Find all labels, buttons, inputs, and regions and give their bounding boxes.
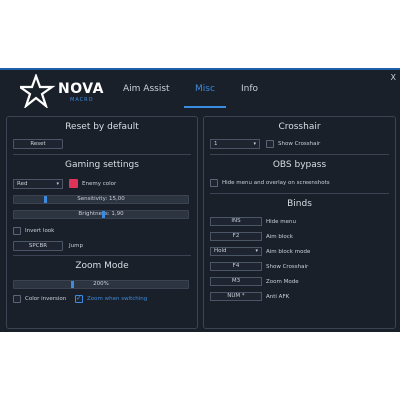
sensitivity-slider-knob[interactable] [44, 196, 47, 203]
zoom-slider[interactable]: 200% [13, 280, 189, 289]
bind-aim-block-mode-label: Aim block mode [266, 249, 311, 255]
enemy-color-value: Red [17, 181, 28, 187]
reset-button[interactable]: Reset [13, 139, 63, 149]
zoom-section-title: Zoom Mode [75, 261, 129, 271]
chevron-down-icon: ▾ [56, 181, 59, 187]
bind-aim-block-key[interactable]: F2 [210, 232, 262, 241]
right-panel: Crosshair 1 ▾ Show Crosshair OBS bypass … [203, 116, 396, 329]
bind-show-crosshair-label: Show Crosshair [266, 264, 309, 270]
bind-hide-menu-label: Hide menu [266, 219, 297, 225]
invert-look-checkbox[interactable] [13, 227, 21, 235]
tab-misc[interactable]: Misc [195, 84, 215, 94]
brightness-label: Brightness: 1,90 [78, 211, 124, 217]
crosshair-value: 1 [214, 141, 218, 147]
jump-key-button[interactable]: SPCBR [13, 241, 63, 251]
sensitivity-label: Sensitivity: 15,00 [77, 196, 125, 202]
divider [13, 255, 191, 256]
enemy-color-select[interactable]: Red ▾ [13, 179, 63, 189]
brightness-slider-knob[interactable] [102, 211, 105, 218]
divider [210, 193, 389, 194]
crosshair-section-title: Crosshair [278, 122, 321, 132]
brightness-slider[interactable]: Brightness: 1,90 [13, 210, 189, 219]
bind-zoom-mode-label: Zoom Mode [266, 279, 299, 285]
show-crosshair-checkbox[interactable] [266, 140, 274, 148]
zoom-label: 200% [93, 281, 109, 287]
logo: NOVA MACRO [20, 74, 103, 108]
sensitivity-slider[interactable]: Sensitivity: 15,00 [13, 195, 189, 204]
bind-hide-menu-key[interactable]: INS [210, 217, 262, 226]
star-logo-icon [20, 74, 56, 108]
left-panel: Reset by default Reset Gaming settings R… [6, 116, 198, 329]
obs-section-title: OBS bypass [272, 160, 327, 170]
logo-text: NOVA [58, 81, 104, 97]
gaming-section-title: Gaming settings [65, 160, 139, 170]
color-inversion-checkbox[interactable] [13, 295, 21, 303]
logo-subtitle: MACRO [70, 97, 94, 103]
divider [13, 154, 191, 155]
zoom-when-switching-label: Zoom when switching [87, 296, 148, 302]
divider [210, 154, 389, 155]
color-inversion-label: Color inversion [25, 296, 67, 302]
aim-block-mode-value: Hold [214, 248, 227, 254]
bind-aim-block-label: Aim block [266, 234, 293, 240]
binds-section-title: Binds [287, 199, 312, 209]
hide-menu-label: Hide menu and overlay on screenshots [222, 180, 330, 186]
zoom-when-switching-checkbox[interactable] [75, 294, 83, 303]
enemy-color-swatch[interactable] [69, 179, 78, 188]
reset-section-title: Reset by default [65, 122, 139, 132]
hide-menu-checkbox[interactable] [210, 179, 218, 187]
chevron-down-icon: ▾ [253, 141, 256, 147]
show-crosshair-label: Show Crosshair [278, 141, 321, 147]
zoom-slider-knob[interactable] [71, 281, 74, 288]
tab-info[interactable]: Info [241, 84, 258, 94]
jump-label: Jump [69, 243, 83, 249]
bind-zoom-mode-key[interactable]: M3 [210, 277, 262, 286]
bind-show-crosshair-key[interactable]: F4 [210, 262, 262, 271]
active-tab-indicator [184, 106, 226, 108]
header: NOVA MACRO Aim Assist Misc Info X [0, 70, 400, 112]
bind-anti-afk-label: Anti AFK [266, 294, 290, 300]
chevron-down-icon: ▾ [255, 248, 258, 254]
tab-aim-assist[interactable]: Aim Assist [123, 84, 170, 94]
aim-block-mode-select[interactable]: Hold ▾ [210, 247, 262, 256]
bind-anti-afk-key[interactable]: NUM * [210, 292, 262, 301]
close-button[interactable]: X [391, 73, 396, 82]
crosshair-select[interactable]: 1 ▾ [210, 139, 260, 149]
app-window: NOVA MACRO Aim Assist Misc Info X Reset … [0, 68, 400, 332]
invert-look-label: Invert look [25, 228, 55, 234]
enemy-color-label: Enemy color [82, 181, 117, 187]
